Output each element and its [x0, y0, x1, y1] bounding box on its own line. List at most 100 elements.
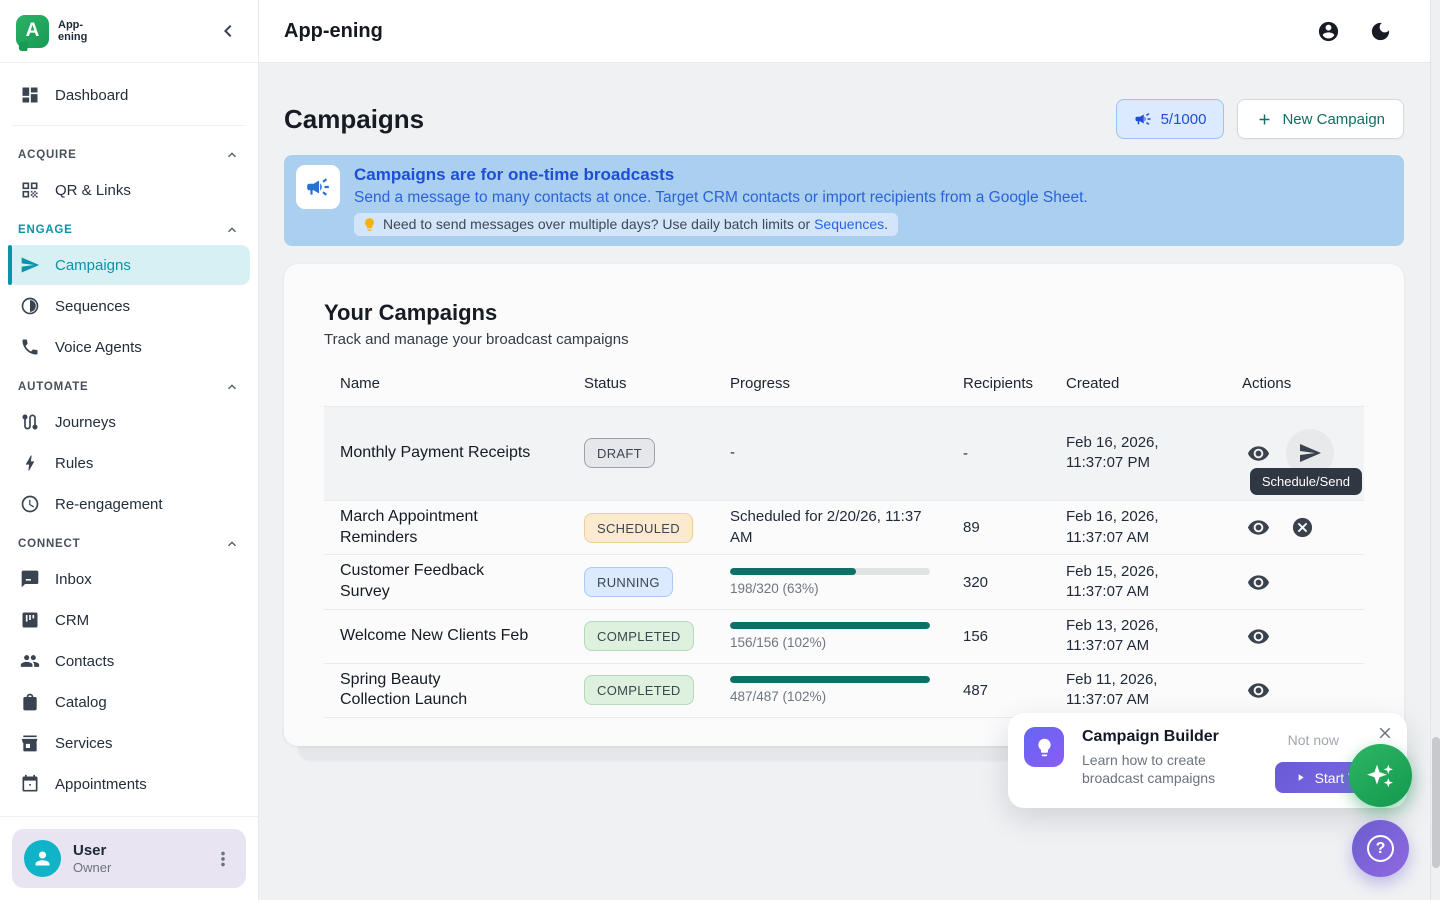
plus-icon	[1256, 111, 1273, 128]
chevron-up-icon	[224, 222, 240, 238]
sidebar-item-services[interactable]: Services	[8, 723, 250, 763]
quota-value: 5/1000	[1161, 111, 1207, 128]
sidebar-item-label: Inbox	[55, 571, 92, 588]
section-header-engage[interactable]: ENGAGE	[8, 211, 250, 245]
column-header-name: Name	[324, 358, 584, 406]
send-icon	[1298, 441, 1322, 465]
app-logo[interactable]: A	[16, 15, 49, 48]
scrollbar-thumb[interactable]	[1432, 737, 1440, 868]
campaign-name: Spring Beauty Collection Launch	[324, 664, 584, 718]
window-scrollbar[interactable]	[1430, 0, 1440, 900]
sidebar-item-label: Dashboard	[55, 87, 128, 104]
campaign-recipients: -	[963, 439, 1066, 468]
chevron-up-icon	[224, 379, 240, 395]
sidebar-item-label: Catalog	[55, 694, 107, 711]
close-button[interactable]	[1376, 724, 1394, 742]
campaign-created: Feb 11, 2026,11:37:07 AM	[1066, 664, 1242, 717]
view-button[interactable]	[1242, 512, 1274, 544]
campaign-created: Feb 16, 2026,11:37:07 AM	[1066, 501, 1242, 554]
campaigns-card-wrap: Your Campaigns Track and manage your bro…	[284, 264, 1404, 760]
bag-icon	[20, 692, 40, 712]
new-campaign-button[interactable]: New Campaign	[1237, 99, 1404, 139]
user-menu-button[interactable]	[212, 848, 234, 870]
bolt-icon	[20, 453, 40, 473]
popup-body: Campaign Builder Learn how to create bro…	[1082, 727, 1254, 794]
view-button[interactable]	[1242, 674, 1274, 706]
section-header-connect[interactable]: CONNECT	[8, 525, 250, 559]
sidebar-item-catalog[interactable]: Catalog	[8, 682, 250, 722]
sidebar-item-sequences[interactable]: Sequences	[8, 286, 250, 326]
popup-subtitle: Learn how to create broadcast campaigns	[1082, 751, 1254, 787]
view-button[interactable]	[1242, 566, 1274, 598]
banner-title: Campaigns are for one-time broadcasts	[354, 164, 1088, 185]
chevron-left-icon	[216, 19, 240, 43]
campaign-actions	[1242, 668, 1364, 712]
progress-bar-fill	[730, 568, 856, 575]
sidebar-item-qr-links[interactable]: QR & Links	[8, 170, 250, 210]
sidebar-item-label: Voice Agents	[55, 339, 142, 356]
campaign-progress-cell: -	[730, 437, 963, 469]
send-icon	[20, 255, 40, 275]
people-icon	[20, 651, 40, 671]
campaign-recipients: 487	[963, 676, 1066, 705]
view-button[interactable]	[1242, 620, 1274, 652]
campaign-actions	[1242, 614, 1364, 658]
sidebar-item-dashboard[interactable]: Dashboard	[8, 75, 250, 115]
sidebar-item-contacts[interactable]: Contacts	[8, 641, 250, 681]
sidebar-item-label: Campaigns	[55, 257, 131, 274]
campaign-status-cell: COMPLETED	[584, 615, 730, 657]
ai-assistant-button[interactable]	[1349, 744, 1412, 807]
cancel-icon	[1291, 516, 1314, 539]
card-title: Your Campaigns	[324, 300, 1364, 326]
sidebar-logo-row: A App- ening	[0, 0, 258, 63]
kanban-icon	[20, 610, 40, 630]
sidebar-item-inbox[interactable]: Inbox	[8, 559, 250, 599]
not-now-button[interactable]: Not now	[1288, 732, 1339, 748]
calendar-icon	[20, 774, 40, 794]
sidebar-item-campaigns[interactable]: Campaigns	[8, 245, 250, 285]
sequences-link[interactable]: Sequences	[814, 216, 884, 232]
status-badge: RUNNING	[584, 567, 673, 597]
banner-tip-text: Need to send messages over multiple days…	[383, 216, 888, 232]
sidebar-item-label: QR & Links	[55, 182, 131, 199]
section-header-acquire[interactable]: ACQUIRE	[8, 136, 250, 170]
question-mark-icon	[1367, 835, 1394, 862]
person-icon	[32, 848, 53, 869]
lightbulb-icon	[362, 217, 377, 232]
campaign-builder-popup: Campaign Builder Learn how to create bro…	[1008, 713, 1407, 808]
sidebar-item-label: Journeys	[55, 414, 116, 431]
sidebar-item-label: Rules	[55, 455, 93, 472]
sidebar-item-voice-agents[interactable]: Voice Agents	[8, 327, 250, 367]
user-card[interactable]: User Owner	[12, 829, 246, 888]
card-subtitle: Track and manage your broadcast campaign…	[324, 331, 1364, 348]
sidebar-item-journeys[interactable]: Journeys	[8, 402, 250, 442]
campaign-name: Monthly Payment Receipts	[324, 437, 584, 470]
storefront-icon	[20, 733, 40, 753]
divider	[12, 125, 246, 126]
sidebar-collapse-button[interactable]	[216, 19, 240, 43]
sidebar-item-label: Re-engagement	[55, 496, 163, 513]
sidebar-item-crm[interactable]: CRM	[8, 600, 250, 640]
campaign-recipients: 89	[963, 513, 1066, 542]
megaphone-icon	[1134, 110, 1152, 128]
banner-subtitle: Send a message to many contacts at once.…	[354, 188, 1088, 208]
clock-icon	[20, 494, 40, 514]
cancel-button[interactable]	[1286, 512, 1318, 544]
user-name: User	[73, 842, 111, 859]
banner-body: Campaigns are for one-time broadcasts Se…	[354, 164, 1088, 237]
moon-icon[interactable]	[1369, 20, 1392, 43]
sidebar-item-re-engagement[interactable]: Re-engagement	[8, 484, 250, 524]
popup-title: Campaign Builder	[1082, 728, 1254, 746]
section-header-automate[interactable]: AUTOMATE	[8, 368, 250, 402]
quota-badge[interactable]: 5/1000	[1116, 99, 1225, 139]
tooltip: Schedule/Send	[1250, 468, 1362, 495]
avatar	[24, 840, 61, 877]
sidebar-item-rules[interactable]: Rules	[8, 443, 250, 483]
table-row: Customer Feedback Survey RUNNING 198/320…	[324, 555, 1364, 610]
sidebar-item-appointments[interactable]: Appointments	[8, 764, 250, 804]
user-meta: User Owner	[73, 842, 111, 875]
campaign-status-cell: RUNNING	[584, 561, 730, 603]
account-icon[interactable]	[1317, 20, 1340, 43]
view-button[interactable]	[1242, 437, 1274, 469]
help-button[interactable]	[1352, 820, 1409, 877]
